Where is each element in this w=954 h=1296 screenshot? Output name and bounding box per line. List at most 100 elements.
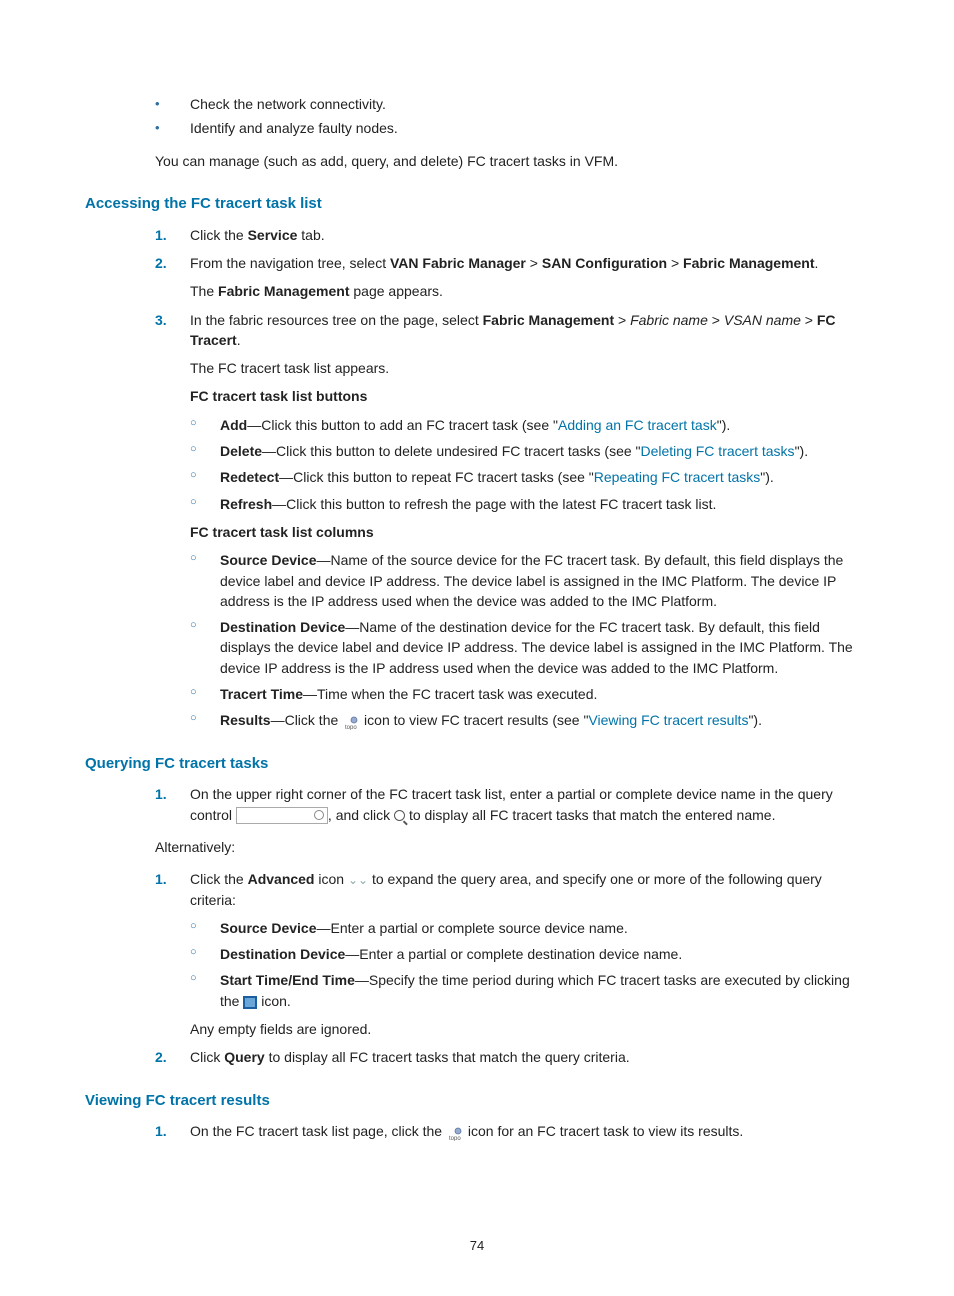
step-2: 2. From the navigation tree, select VAN … [155,253,869,273]
svg-text:topo: topo [449,1136,461,1141]
italic-text: VSAN name [724,312,801,328]
text: —Time when the FC tracert task was execu… [303,686,597,702]
text: —Click this button to refresh the page w… [272,496,716,512]
bold-text: Fabric Management [683,255,814,271]
heading-viewing: Viewing FC tracert results [85,1090,869,1112]
step-number: 1. [155,869,167,889]
list-item-results: Results—Click the topo icon to view FC t… [190,710,869,730]
link-adding-task[interactable]: Adding an FC tracert task [558,417,717,433]
link-deleting-tasks[interactable]: Deleting FC tracert tasks [641,443,795,459]
alt-step-2: 2. Click Query to display all FC tracert… [155,1047,869,1067]
text: —Click this button to delete undesired F… [262,443,640,459]
heading-querying: Querying FC tracert tasks [85,753,869,775]
link-repeating-tasks[interactable]: Repeating FC tracert tasks [594,469,761,485]
bold-text: Fabric Management [218,283,349,299]
list-item-delete: Delete—Click this button to delete undes… [190,441,869,461]
heading-accessing: Accessing the FC tracert task list [85,193,869,215]
text: —Click the [271,712,343,728]
italic-text: Fabric name [630,312,708,328]
paragraph-alternatively: Alternatively: [155,837,869,857]
text: icon to view FC tracert results (see " [364,712,588,728]
list-item-source-device: Source Device—Name of the source device … [190,550,869,611]
text: > [614,312,630,328]
bullet-item: Check the network connectivity. [155,94,869,114]
bold-text: Add [220,417,247,433]
step-number: 1. [155,1121,167,1141]
link-viewing-results[interactable]: Viewing FC tracert results [588,712,748,728]
paragraph-ignored: Any empty fields are ignored. [190,1019,869,1039]
text: "). [760,469,774,485]
step-number: 1. [155,784,167,804]
bold-text: Fabric Management [483,312,614,328]
text: icon for an FC tracert task to view its … [468,1123,743,1139]
text: "). [717,417,731,433]
text: Click [190,1049,224,1065]
text: —Enter a partial or complete source devi… [317,920,628,936]
text: icon. [261,993,291,1009]
paragraph: You can manage (such as add, query, and … [155,151,869,171]
bold-text: Destination Device [220,619,345,635]
bold-text: Destination Device [220,946,345,962]
step-number: 1. [155,225,167,245]
bold-text: Query [224,1049,264,1065]
criteria-destination: Destination Device—Enter a partial or co… [190,944,869,964]
text: . [815,255,819,271]
bold-text: Source Device [220,920,317,936]
bullet-item: Identify and analyze faulty nodes. [155,118,869,138]
bold-text: Redetect [220,469,279,485]
alt-step-1: 1. Click the Advanced icon ⌄⌄ to expand … [155,869,869,910]
bold-text: SAN Configuration [542,255,667,271]
criteria-source: Source Device—Enter a partial or complet… [190,918,869,938]
text: , and click [328,807,394,823]
bold-text: Refresh [220,496,272,512]
list-item-destination-device: Destination Device—Name of the destinati… [190,617,869,678]
magnifier-icon [394,810,405,821]
list-item-redetect: Redetect—Click this button to repeat FC … [190,467,869,487]
bold-text: Advanced [248,871,315,887]
bold-text: Source Device [220,552,317,568]
subheading-columns: FC tracert task list columns [190,522,869,542]
bold-text: Delete [220,443,262,459]
text: Click the [190,227,248,243]
topo-icon: topo [342,715,360,729]
text: > [708,312,724,328]
step-number: 2. [155,1047,167,1067]
list-item-refresh: Refresh—Click this button to refresh the… [190,494,869,514]
text: —Click this button to add an FC tracert … [247,417,558,433]
text: —Click this button to repeat FC tracert … [279,469,594,485]
text: to display all FC tracert tasks that mat… [265,1049,630,1065]
text: > [801,312,817,328]
step-number: 3. [155,310,167,330]
text: "). [748,712,762,728]
list-item-add: Add—Click this button to add an FC trace… [190,415,869,435]
text: From the navigation tree, select [190,255,390,271]
bold-text: Results [220,712,271,728]
bold-text: Service [248,227,298,243]
text: to display all FC tracert tasks that mat… [409,807,776,823]
text: > [526,255,542,271]
subheading-buttons: FC tracert task list buttons [190,386,869,406]
text: "). [795,443,809,459]
text: . [237,332,241,348]
sub-paragraph: The Fabric Management page appears. [190,281,869,301]
double-chevron-down-icon: ⌄⌄ [348,872,368,889]
query-step-1: 1. On the upper right corner of the FC t… [155,784,869,825]
text: page appears. [350,283,443,299]
list-item-tracert-time: Tracert Time—Time when the FC tracert ta… [190,684,869,704]
text: > [667,255,683,271]
step-number: 2. [155,253,167,273]
text: The [190,283,218,299]
svg-text:topo: topo [345,725,357,730]
view-step-1: 1. On the FC tracert task list page, cli… [155,1121,869,1141]
criteria-time: Start Time/End Time—Specify the time per… [190,970,869,1011]
sub-paragraph: The FC tracert task list appears. [190,358,869,378]
document-page: Check the network connectivity. Identify… [0,0,954,1296]
topo-icon: topo [446,1126,464,1140]
text: In the fabric resources tree on the page… [190,312,483,328]
text: icon [315,871,348,887]
bold-text: VAN Fabric Manager [390,255,526,271]
step-1: 1. Click the Service tab. [155,225,869,245]
text: Click the [190,871,248,887]
bold-text: Start Time/End Time [220,972,355,988]
text: On the FC tracert task list page, click … [190,1123,446,1139]
